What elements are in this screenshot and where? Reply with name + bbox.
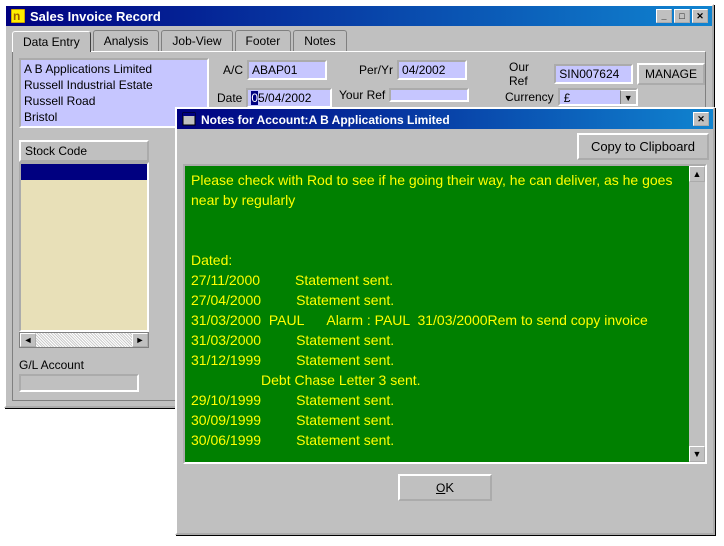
gl-account-field[interactable] [19, 374, 139, 392]
currency-label: Currency [505, 90, 554, 104]
scroll-up-icon[interactable]: ▲ [689, 166, 705, 182]
scroll-left-icon[interactable]: ◄ [20, 333, 36, 347]
ourref-label: Our Ref [509, 60, 550, 88]
notes-close-button[interactable]: ✕ [693, 112, 709, 126]
chevron-down-icon[interactable]: ▼ [620, 90, 636, 104]
manage-button[interactable]: MANAGE [637, 63, 705, 85]
horizontal-scrollbar[interactable]: ◄ ► [19, 332, 149, 348]
stock-code-header[interactable]: Stock Code [19, 140, 149, 162]
stock-code-list[interactable] [19, 162, 149, 332]
currency-value: £ [560, 90, 620, 104]
ok-button[interactable]: OK [398, 474, 492, 501]
scroll-track[interactable] [689, 182, 705, 446]
yourref-label: Your Ref [339, 88, 385, 102]
vertical-scrollbar[interactable]: ▲ ▼ [689, 166, 705, 462]
yourref-field[interactable] [389, 88, 469, 102]
tab-footer[interactable]: Footer [235, 30, 292, 51]
gl-account-row: G/L Account [19, 358, 139, 392]
tab-job-view[interactable]: Job-View [161, 30, 232, 51]
ourref-field: SIN007624 [554, 64, 633, 84]
scroll-track[interactable] [36, 333, 132, 347]
scroll-down-icon[interactable]: ▼ [689, 446, 705, 462]
gl-account-label: G/L Account [19, 358, 139, 372]
address-line: Russell Industrial Estate [24, 77, 204, 93]
notes-button-row: OK [177, 464, 713, 511]
form-icon [181, 111, 197, 127]
tab-analysis[interactable]: Analysis [93, 30, 160, 51]
maximize-button[interactable]: □ [674, 9, 690, 23]
main-title: Sales Invoice Record [30, 9, 656, 24]
scroll-right-icon[interactable]: ► [132, 333, 148, 347]
peryr-label: Per/Yr [359, 63, 393, 77]
peryr-field[interactable]: 04/2002 [397, 60, 467, 80]
notes-title: Notes for Account:A B Applications Limit… [201, 112, 693, 127]
close-button[interactable]: ✕ [692, 9, 708, 23]
main-titlebar: n Sales Invoice Record _ □ ✕ [6, 6, 712, 26]
ac-label: A/C [223, 63, 243, 77]
stock-code-column: Stock Code ◄ ► [19, 140, 149, 348]
notes-toolbar: Copy to Clipboard [177, 129, 713, 164]
date-label: Date [217, 91, 242, 105]
app-icon: n [10, 8, 26, 24]
notes-title-prefix: Notes for Account: [201, 113, 309, 127]
notes-title-account: A B Applications Limited [309, 113, 450, 127]
notes-textarea-container: Please check with Rod to see if he going… [183, 164, 707, 464]
ac-field[interactable]: ABAP01 [247, 60, 327, 80]
tab-strip: Data Entry Analysis Job-View Footer Note… [6, 26, 712, 51]
minimize-button[interactable]: _ [656, 9, 672, 23]
date-field[interactable]: 05/04/2002 [246, 88, 332, 108]
notes-window: Notes for Account:A B Applications Limit… [175, 107, 715, 535]
notes-titlebar: Notes for Account:A B Applications Limit… [177, 109, 713, 129]
svg-text:n: n [13, 9, 20, 23]
currency-select[interactable]: £ ▼ [558, 88, 638, 106]
address-line: A B Applications Limited [24, 61, 204, 77]
table-row[interactable] [21, 164, 147, 180]
copy-to-clipboard-button[interactable]: Copy to Clipboard [577, 133, 709, 160]
tab-data-entry[interactable]: Data Entry [12, 31, 91, 52]
notes-textarea[interactable]: Please check with Rod to see if he going… [185, 166, 689, 462]
tab-notes[interactable]: Notes [293, 30, 346, 51]
